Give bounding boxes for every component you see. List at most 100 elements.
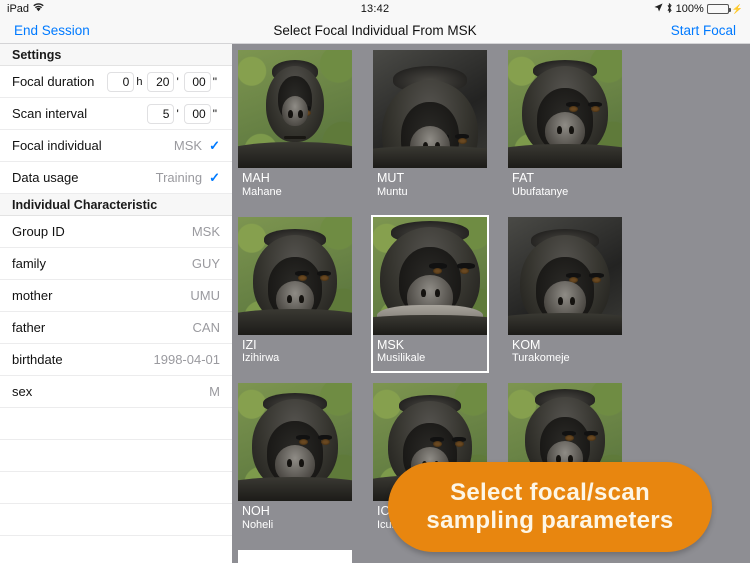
- location-arrow-icon: [654, 3, 663, 15]
- nostril: [288, 110, 293, 118]
- settings-row[interactable]: Group ID MSK: [0, 216, 232, 248]
- status-bar: iPad 13:42 100% ⚡: [0, 0, 750, 18]
- settings-row-label: Focal duration: [12, 74, 95, 89]
- individual-name: Ubufatanye: [512, 185, 569, 198]
- individual-code: MSK: [377, 337, 405, 352]
- nostril: [299, 294, 304, 303]
- clock-label: 13:42: [360, 3, 390, 15]
- individual-photo: [238, 216, 352, 335]
- individual-name: Musilikale: [377, 352, 426, 365]
- end-session-button[interactable]: End Session: [14, 23, 90, 38]
- battery-full-icon: [706, 4, 731, 14]
- duration-field[interactable]: 20: [147, 71, 175, 92]
- nostril: [570, 296, 575, 305]
- checkmark-icon: ✓: [209, 137, 220, 153]
- settings-row[interactable]: father CAN: [0, 312, 232, 344]
- settings-row[interactable]: family GUY: [0, 248, 232, 280]
- settings-row-value: M: [209, 384, 220, 399]
- individual-name: Mahane: [242, 185, 282, 198]
- page-title: Select Focal Individual From MSK: [273, 23, 477, 38]
- settings-row-value: GUY: [191, 256, 220, 271]
- settings-row[interactable]: Scan interval 5 ' 00 ": [0, 98, 232, 130]
- individual-photo: [373, 50, 487, 168]
- settings-row-value: Training: [155, 170, 203, 185]
- individual-caption: MAH Mahane: [238, 168, 352, 205]
- settings-row-value: MSK: [173, 138, 203, 153]
- settings-row[interactable]: mother UMU: [0, 280, 232, 312]
- add-individual-tile[interactable]: [238, 550, 352, 563]
- duration-field[interactable]: 5: [147, 103, 175, 124]
- individual-caption: NOH Noheli: [238, 501, 352, 538]
- individual-cell-kom[interactable]: KOM Turakomeje: [506, 215, 624, 374]
- eye: [460, 267, 469, 274]
- individual-photo: [238, 383, 352, 502]
- nostril: [298, 110, 303, 118]
- individual-cell-msk[interactable]: MSK Musilikale: [371, 214, 489, 374]
- settings-row-label: sex: [12, 384, 33, 399]
- individual-cell-izi[interactable]: IZI Izihirwa: [236, 215, 354, 374]
- individual-photo: [238, 50, 352, 168]
- settings-row-value: MSK: [191, 224, 220, 239]
- individual-cell-mut[interactable]: MUT Muntu: [371, 48, 489, 207]
- duration-field[interactable]: 0: [107, 71, 135, 92]
- individual-code: NOH: [242, 504, 270, 519]
- individual-caption: IZI Izihirwa: [238, 335, 352, 372]
- status-bar-right: 100% ⚡: [654, 2, 743, 16]
- nostril: [558, 296, 563, 305]
- settings-row[interactable]: Focal individual MSK ✓: [0, 130, 232, 162]
- tooltip-callout: Select focal/scan sampling parameters: [388, 462, 712, 552]
- individual-caption: MUT Muntu: [373, 168, 487, 205]
- individual-code: MAH: [242, 171, 270, 185]
- settings-row-value: 1998-04-01: [153, 352, 221, 367]
- individual-cell-mah[interactable]: MAH Mahane: [236, 48, 354, 207]
- shoulders: [373, 146, 487, 168]
- eye: [320, 274, 329, 281]
- settings-row-label: father: [12, 320, 46, 335]
- empty-row: [0, 440, 232, 472]
- individual-caption: FAT Ubufatanye: [508, 168, 622, 205]
- lightning-bolt-icon: ⚡: [731, 3, 743, 14]
- individual-cell-noh[interactable]: NOH Noheli: [236, 381, 354, 540]
- settings-row-label: Group ID: [12, 224, 65, 239]
- shoulders: [238, 308, 352, 335]
- nostril: [299, 459, 304, 468]
- section-header: Individual Characteristic: [0, 194, 232, 216]
- duration-unit-label: ': [176, 74, 179, 89]
- settings-row[interactable]: Focal duration 0 h 20 ' 00 ": [0, 66, 232, 98]
- duration-unit-label: h: [136, 75, 143, 88]
- shoulders: [508, 144, 622, 168]
- individual-cell-fat[interactable]: FAT Ubufatanye: [506, 48, 624, 207]
- duration-unit-label: ": [212, 106, 217, 121]
- section-header: Settings: [0, 44, 232, 66]
- settings-row-label: family: [12, 256, 46, 271]
- settings-row[interactable]: sex M: [0, 376, 232, 408]
- callout-line-2: sampling parameters: [426, 507, 674, 534]
- settings-row-value: CAN: [192, 320, 220, 335]
- gorilla-illustration: [238, 216, 352, 335]
- individual-name: Noheli: [242, 519, 274, 532]
- individual-caption: KOM Turakomeje: [508, 335, 622, 372]
- add-individual-cell[interactable]: [236, 548, 354, 563]
- duration-field[interactable]: 00: [183, 71, 211, 92]
- battery-percent-label: 100%: [675, 3, 704, 15]
- duration-field[interactable]: 00: [183, 103, 211, 124]
- settings-row[interactable]: Data usage Training ✓: [0, 162, 232, 194]
- settings-row[interactable]: birthdate 1998-04-01: [0, 344, 232, 376]
- gorilla-illustration: [238, 50, 352, 168]
- settings-row-label: Scan interval: [12, 106, 88, 121]
- settings-sidebar: Settings Focal duration 0 h 20 ' 00 " Scan inter…: [0, 44, 232, 563]
- muzzle: [282, 96, 308, 126]
- settings-row-label: mother: [12, 288, 53, 303]
- eye: [591, 106, 600, 112]
- gorilla-illustration: [508, 216, 622, 335]
- nostril: [421, 288, 426, 297]
- nostril: [569, 126, 574, 134]
- eye: [458, 138, 467, 144]
- shoulders: [508, 312, 622, 335]
- individual-name: Izihirwa: [242, 352, 280, 365]
- start-focal-button[interactable]: Start Focal: [671, 23, 736, 38]
- nav-right-group: Start Focal: [671, 22, 736, 40]
- individual-caption: MSK Musilikale: [373, 335, 487, 372]
- empty-row: [0, 472, 232, 504]
- gorilla-illustration: [373, 216, 487, 335]
